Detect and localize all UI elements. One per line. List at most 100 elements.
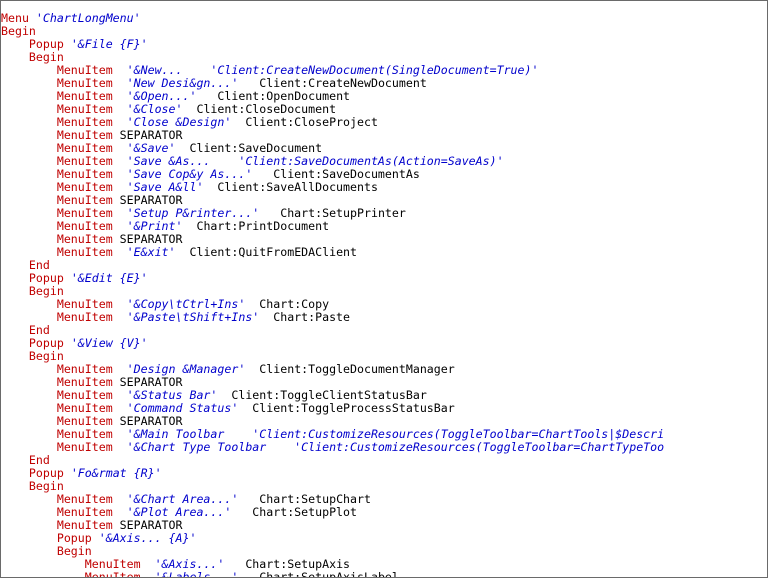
keyword-token: Begin [28,284,64,298]
string-token: 'Save A&ll' [126,180,204,194]
text-token: Client:OpenDocument [196,89,351,103]
keyword-token: Popup [56,531,92,545]
keyword-token: Popup [28,37,64,51]
keyword-token: MenuItem [56,128,113,142]
string-token: '&Chart Area...' [126,492,239,506]
text-token: Client:CloseProject [231,115,378,129]
string-token: 'ChartLongMenu' [35,11,141,25]
keyword-token: MenuItem [56,141,113,155]
text-token: Client:CloseDocument [182,102,337,116]
string-token: '&Paste\tShift+Ins' [126,310,260,324]
code-line: MenuItem '&Paste\tShift+Ins' Chart:Paste [1,311,767,324]
string-token: '&New... 'Client:CreateNewDocument(Singl… [126,63,539,77]
code-line: MenuItem 'E&xit' Client:QuitFromEDAClien… [1,246,767,259]
string-token: 'Save &As... 'Client:SaveDocumentAs(Acti… [126,154,504,168]
string-token: 'E&xit' [126,245,176,259]
keyword-token: End [28,323,50,337]
code-text-area[interactable]: Menu 'ChartLongMenu' Begin Popup '&File {… [1,12,767,578]
keyword-token: MenuItem [56,310,113,324]
text-token: Client:ToggleDocumentManager [245,362,455,376]
keyword-token: MenuItem [56,505,113,519]
string-token: 'Command Status' [126,401,239,415]
text-token: Chart:SetupAxis [224,557,351,571]
keyword-token: MenuItem [56,297,113,311]
keyword-token: MenuItem [56,89,113,103]
string-token: 'Close &Design' [126,115,232,129]
keyword-token: MenuItem [84,557,141,571]
text-token: SEPARATOR [112,375,183,389]
keyword-token: MenuItem [56,180,113,194]
text-token: SEPARATOR [112,193,183,207]
text-token: SEPARATOR [112,232,183,246]
text-token: Chart:PrintDocument [182,219,330,233]
code-line: Popup '&File {F}' [1,38,767,51]
text-token: SEPARATOR [112,518,183,532]
keyword-token: MenuItem [56,414,113,428]
text-token: SEPARATOR [112,128,183,142]
text-token: Chart:Copy [245,297,330,311]
string-token: '&Copy\tCtrl+Ins' [126,297,246,311]
string-token: '&Chart Type Toolbar 'Client:CustomizeRe… [126,440,665,454]
keyword-token: MenuItem [56,375,113,389]
code-editor-window: Menu 'ChartLongMenu' Begin Popup '&File {… [0,0,768,578]
keyword-token: Popup [28,271,64,285]
keyword-token: MenuItem [56,518,113,532]
keyword-token: MenuItem [56,401,113,415]
text-token: Client:SaveAllDocuments [203,180,378,194]
string-token: '&File {F}' [70,37,148,51]
text-token: Client:ToggleClientStatusBar [217,388,427,402]
string-token: '&Axis... {A}' [98,531,197,545]
keyword-token: Begin [1,24,36,38]
string-token: '&Edit {E}' [70,271,148,285]
string-token: 'Design &Manager' [126,362,246,376]
string-token: 'Save Cop&y As...' [126,167,253,181]
string-token: '&Open...' [126,89,197,103]
code-line: Popup 'Fo&rmat {R}' [1,467,767,480]
text-token: Chart:SetupPlot [231,505,357,519]
string-token: '&Status Bar' [126,388,218,402]
keyword-token: Begin [28,50,64,64]
text-token: Client:ToggleProcessStatusBar [238,401,455,415]
keyword-token: Begin [28,349,64,363]
